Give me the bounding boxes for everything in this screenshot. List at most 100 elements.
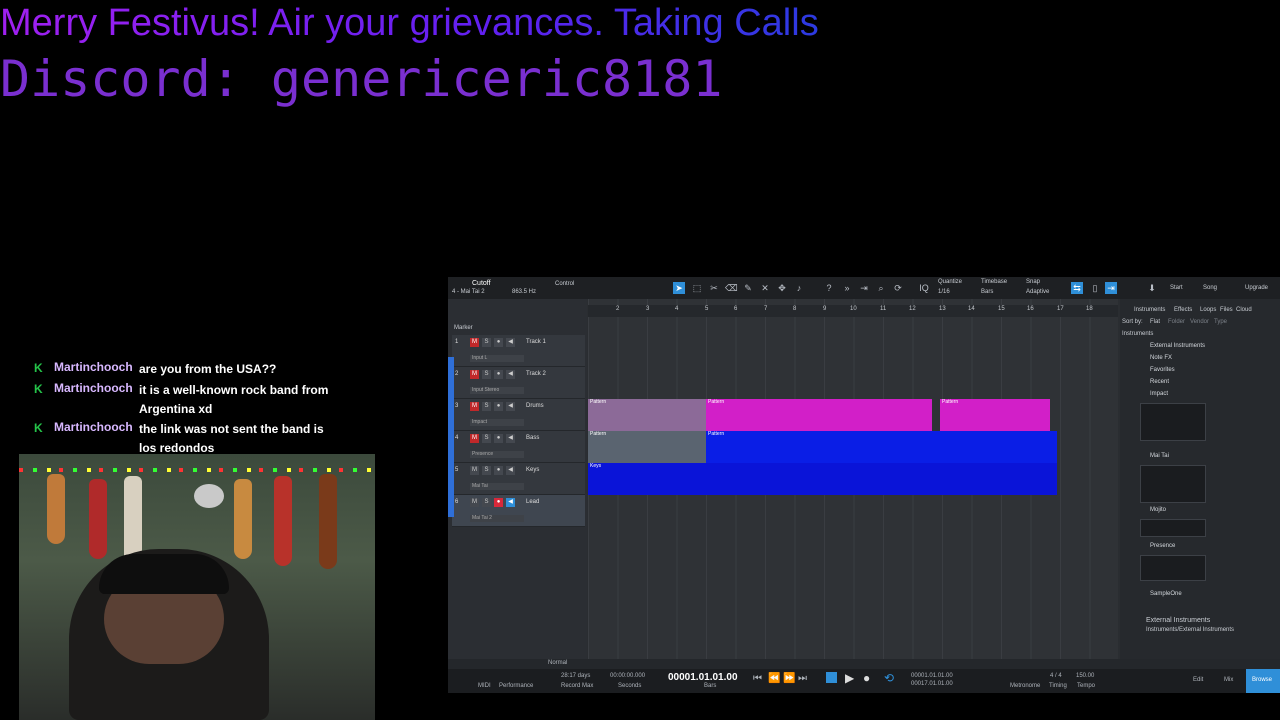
play-icon[interactable]: ▶	[845, 671, 854, 685]
forward-icon[interactable]: ⏩	[783, 673, 795, 684]
presence-thumbnail[interactable]	[1140, 555, 1206, 581]
view-toggle-icon[interactable]: ⇥	[1105, 282, 1117, 294]
browser-item[interactable]: Mojito	[1150, 507, 1166, 513]
browser-item[interactable]: Note FX	[1150, 355, 1172, 361]
monitor-button[interactable]: ◀	[506, 434, 515, 443]
solo-button[interactable]: S	[482, 434, 491, 443]
browser-item[interactable]: External Instruments	[1150, 343, 1205, 349]
bass-clip[interactable]: Pattern	[706, 431, 1057, 463]
record-button[interactable]: ●	[494, 370, 503, 379]
monitor-button[interactable]: ◀	[506, 402, 515, 411]
record-button[interactable]: ●	[494, 338, 503, 347]
mix-button[interactable]: Mix	[1224, 677, 1233, 683]
loop-tool-icon[interactable]: ⟳	[892, 282, 904, 294]
browser-item[interactable]: Impact	[1150, 391, 1168, 397]
range-tool-icon[interactable]: ⬚	[691, 282, 703, 294]
drums-clip-dimmed[interactable]: Pattern	[588, 399, 706, 431]
drums-clip[interactable]: Pattern	[706, 399, 932, 431]
loop-icon[interactable]: ⟲	[884, 671, 894, 685]
mute-button[interactable]: M	[470, 498, 479, 507]
track-name[interactable]: Bass	[526, 435, 539, 441]
split-tool-icon[interactable]: ✂	[708, 282, 720, 294]
track-name[interactable]: Track 1	[526, 339, 546, 345]
track-instrument[interactable]: Mai Tai	[470, 483, 524, 490]
sort-folder[interactable]: Folder	[1168, 319, 1185, 325]
drums-clip[interactable]: Pattern	[940, 399, 1050, 431]
start-button[interactable]: Start	[1170, 285, 1183, 291]
mute-button[interactable]: M	[470, 434, 479, 443]
track-name[interactable]: Lead	[526, 499, 539, 505]
timeline-ruler[interactable]: 2 3 4 5 6 7 8 9 10 11 12 13 14 15 16 17 …	[588, 305, 1118, 317]
record-button[interactable]: ●	[494, 498, 503, 507]
help-icon[interactable]: ?	[823, 282, 835, 294]
bend-tool-icon[interactable]: ✥	[776, 282, 788, 294]
edit-button[interactable]: Edit	[1193, 677, 1203, 683]
bass-clip-dimmed[interactable]: Pattern	[588, 431, 706, 463]
track-row[interactable]: 1 M S ● ◀ Track 1 Input L	[452, 335, 585, 367]
mute-button[interactable]: M	[470, 466, 479, 475]
mute-button[interactable]: M	[470, 402, 479, 411]
start-icon[interactable]: ⬇	[1146, 282, 1158, 294]
solo-button[interactable]: S	[482, 402, 491, 411]
record-button[interactable]: ●	[494, 466, 503, 475]
keys-clip[interactable]: Keys	[588, 463, 1057, 495]
browser-item[interactable]: Recent	[1150, 379, 1169, 385]
zoom-icon[interactable]: ⌕	[875, 282, 887, 294]
view-toggle-icon[interactable]: ▯	[1089, 282, 1101, 294]
track-instrument[interactable]: Mai Tai 2	[470, 515, 524, 522]
end-icon[interactable]: ⏭	[798, 673, 807, 684]
track-name[interactable]: Drums	[526, 403, 544, 409]
step-icon[interactable]: ⇥	[858, 282, 870, 294]
monitor-button[interactable]: ◀	[506, 466, 515, 475]
normal-mode[interactable]: Normal	[548, 660, 567, 666]
impact-thumbnail[interactable]	[1140, 403, 1206, 441]
track-input[interactable]: Input Stereo	[470, 387, 524, 394]
track-name[interactable]: Track 2	[526, 371, 546, 377]
track-row[interactable]: 3 M S ● ◀ Drums Impact	[452, 399, 585, 431]
browser-tab-effects[interactable]: Effects	[1174, 307, 1192, 313]
solo-button[interactable]: S	[482, 338, 491, 347]
mute-button[interactable]: M	[470, 370, 479, 379]
browse-button[interactable]: Browse	[1246, 669, 1280, 693]
iq-icon[interactable]: IQ	[918, 282, 930, 294]
pencil-tool-icon[interactable]: ✎	[742, 282, 754, 294]
solo-button[interactable]: S	[482, 466, 491, 475]
track-input[interactable]: Input L	[470, 355, 524, 362]
monitor-button[interactable]: ◀	[506, 370, 515, 379]
track-name[interactable]: Keys	[526, 467, 539, 473]
snap-toggle-icon[interactable]: ⇆	[1071, 282, 1083, 294]
browser-tab-files[interactable]: Files	[1220, 307, 1233, 313]
back-icon[interactable]: ⏪	[768, 673, 780, 684]
monitor-button[interactable]: ◀	[506, 498, 515, 507]
timebase-value[interactable]: Bars	[981, 289, 993, 295]
track-row[interactable]: 5 M S ● ◀ Keys Mai Tai	[452, 463, 585, 495]
skip-icon[interactable]: »	[841, 282, 853, 294]
stop-icon[interactable]	[826, 672, 837, 683]
sort-type[interactable]: Type	[1214, 319, 1227, 325]
mute-tool-icon[interactable]: ✕	[759, 282, 771, 294]
maitai-thumbnail[interactable]	[1140, 465, 1206, 503]
browser-item[interactable]: Mai Tai	[1150, 453, 1169, 459]
track-row-selected[interactable]: 6 M S ● ◀ Lead Mai Tai 2	[452, 495, 585, 527]
record-button[interactable]: ●	[494, 434, 503, 443]
arrow-tool-icon[interactable]: ➤	[673, 282, 685, 294]
upgrade-button[interactable]: Upgrade	[1245, 285, 1268, 291]
browser-tab-instruments[interactable]: Instruments	[1134, 307, 1165, 313]
listen-tool-icon[interactable]: ♪	[793, 282, 805, 294]
monitor-button[interactable]: ◀	[506, 338, 515, 347]
browser-tab-loops[interactable]: Loops	[1200, 307, 1216, 313]
browser-item[interactable]: Presence	[1150, 543, 1175, 549]
rewind-icon[interactable]: ⏮	[753, 673, 762, 684]
track-row[interactable]: 4 M S ● ◀ Bass Presence	[452, 431, 585, 463]
solo-button[interactable]: S	[482, 498, 491, 507]
track-instrument[interactable]: Impact	[470, 419, 524, 426]
browser-tab-cloud[interactable]: Cloud	[1236, 307, 1252, 313]
solo-button[interactable]: S	[482, 370, 491, 379]
eraser-tool-icon[interactable]: ⌫	[725, 282, 738, 294]
browser-item[interactable]: SampleOne	[1150, 591, 1182, 597]
record-button[interactable]: ●	[494, 402, 503, 411]
browser-item[interactable]: Favorites	[1150, 367, 1175, 373]
record-icon[interactable]: ●	[863, 671, 870, 685]
mojito-thumbnail[interactable]	[1140, 519, 1206, 537]
track-row[interactable]: 2 M S ● ◀ Track 2 Input Stereo	[452, 367, 585, 399]
